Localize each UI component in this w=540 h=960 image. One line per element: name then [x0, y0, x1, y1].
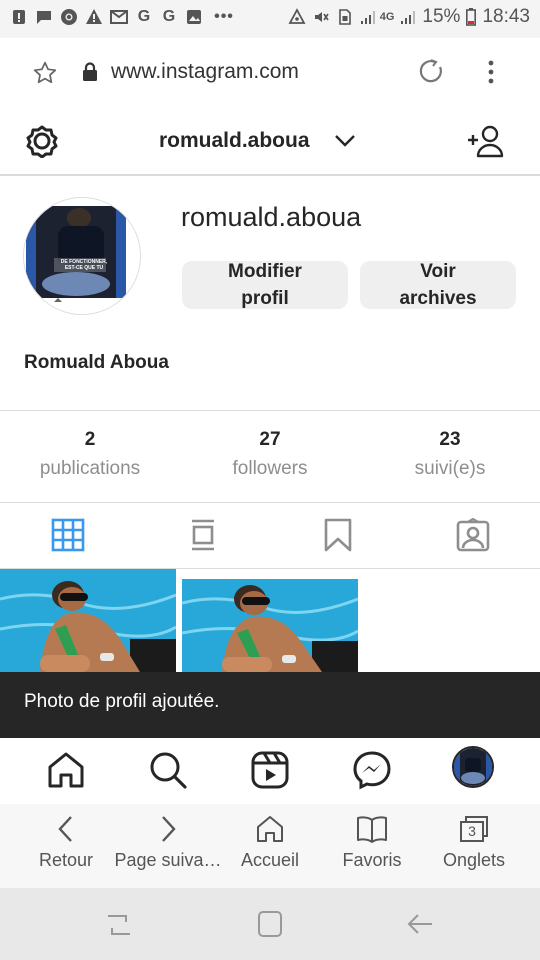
- stat-publications[interactable]: 2 publications: [0, 429, 180, 480]
- profile-username: romuald.aboua: [181, 202, 362, 232]
- profile-tabs: [0, 502, 540, 569]
- tab-count: 3: [468, 823, 476, 839]
- google-icon: G: [162, 8, 176, 25]
- stat-number: 2: [84, 429, 96, 450]
- url-text[interactable]: www.instagram.com: [111, 60, 299, 84]
- snackbar-text: Photo de profil ajoutée.: [24, 691, 220, 712]
- bookmark-star-icon[interactable]: [32, 60, 58, 86]
- chevron-down-icon[interactable]: [334, 134, 356, 148]
- battery-icon: [466, 8, 477, 26]
- edit-profile-button[interactable]: Modifier profil: [182, 261, 348, 309]
- mute-icon: [314, 12, 329, 22]
- notification-icon: [13, 10, 25, 24]
- forward-button[interactable]: Page suiva…: [114, 814, 222, 871]
- home-button[interactable]: Accueil: [216, 814, 324, 871]
- avatar-image: [24, 198, 140, 314]
- chevron-left-icon: [58, 816, 72, 842]
- sim-icon: [338, 9, 351, 25]
- stat-label: suivi(e)s: [414, 458, 486, 479]
- gmail-icon: [110, 10, 128, 24]
- battery-percent: 15%: [422, 6, 461, 27]
- home-outline-icon: [257, 816, 283, 842]
- grid-tab-icon[interactable]: [51, 518, 85, 552]
- home-label: Accueil: [240, 850, 300, 870]
- home-icon[interactable]: [46, 750, 86, 790]
- header-username[interactable]: romuald.aboua: [159, 129, 310, 153]
- profile-full-name: Romuald Aboua: [24, 352, 169, 373]
- stat-following[interactable]: 23 suivi(e)s: [360, 429, 540, 480]
- edit-profile-label: Modifier profil: [228, 261, 302, 309]
- signal-icon: [360, 11, 375, 24]
- instagram-bottom-nav: [0, 738, 540, 804]
- add-user-icon[interactable]: [466, 124, 506, 158]
- recent-apps-icon[interactable]: [105, 912, 133, 938]
- more-dots-icon: •••: [214, 8, 234, 25]
- instagram-header: romuald.aboua: [0, 108, 540, 176]
- post-image: [0, 569, 176, 672]
- view-archives-label: Voir archives: [399, 261, 477, 309]
- profile-stats: 2 publications 27 followers 23 suivi(e)s: [0, 410, 540, 503]
- chrome-icon: [61, 9, 77, 25]
- more-vert-icon[interactable]: [487, 59, 495, 85]
- lock-icon: [83, 62, 97, 81]
- clock: 18:43: [482, 6, 530, 27]
- status-bar: G G ••• 4G 15% 18:43: [0, 0, 540, 38]
- avatar-mini: [454, 748, 492, 786]
- avatar[interactable]: DE FONCTIONNER, EST-CE QUE TU: [24, 198, 140, 314]
- message-icon: [37, 11, 51, 24]
- back-button[interactable]: Retour: [12, 814, 120, 871]
- network-type: 4G: [379, 11, 395, 23]
- tabs-label: Onglets: [442, 850, 506, 870]
- stat-number: 23: [439, 429, 461, 450]
- profile-avatar-nav[interactable]: [452, 746, 494, 788]
- messenger-icon[interactable]: [352, 750, 392, 790]
- back-label: Retour: [38, 850, 94, 870]
- post-image: [182, 569, 358, 672]
- reload-icon[interactable]: [418, 58, 446, 86]
- stat-label: publications: [39, 458, 141, 479]
- book-icon: [357, 816, 387, 843]
- back-nav-icon[interactable]: [406, 912, 434, 936]
- home-nav-icon[interactable]: [257, 910, 283, 938]
- hotspot-icon: [288, 8, 306, 24]
- browser-url-bar: www.instagram.com: [0, 38, 540, 109]
- post-thumbnail[interactable]: [0, 569, 176, 672]
- stat-label: followers: [232, 458, 308, 479]
- stat-followers[interactable]: 27 followers: [180, 429, 360, 480]
- tagged-tab-icon[interactable]: [456, 518, 490, 552]
- bookmarks-label: Favoris: [342, 850, 402, 870]
- snackbar: Photo de profil ajoutée.: [0, 672, 540, 738]
- google-icon: G: [137, 8, 151, 25]
- status-left-icons: G G •••: [10, 8, 238, 26]
- system-nav-bar: [0, 888, 540, 960]
- post-thumbnail[interactable]: [182, 569, 358, 672]
- stat-number: 27: [259, 429, 281, 450]
- browser-bottom-bar: Retour Page suiva… Accueil Favoris Ongle…: [0, 804, 540, 888]
- feed-tab-icon[interactable]: [186, 518, 220, 552]
- forward-label: Page suiva…: [114, 850, 222, 870]
- status-right-icons: 4G 15% 18:43: [288, 6, 530, 28]
- chevron-right-icon: [162, 816, 176, 842]
- gallery-icon: [187, 10, 201, 24]
- saved-tab-icon[interactable]: [321, 518, 355, 552]
- settings-gear-icon[interactable]: [25, 124, 59, 158]
- warning-icon: [86, 9, 102, 24]
- signal-icon: [401, 11, 416, 24]
- reels-icon[interactable]: [250, 750, 290, 790]
- avatar-caption: DE FONCTIONNER, EST-CE QUE TU: [60, 259, 108, 271]
- search-icon[interactable]: [148, 750, 188, 790]
- bookmarks-button[interactable]: Favoris: [318, 814, 426, 871]
- view-archives-button[interactable]: Voir archives: [360, 261, 516, 309]
